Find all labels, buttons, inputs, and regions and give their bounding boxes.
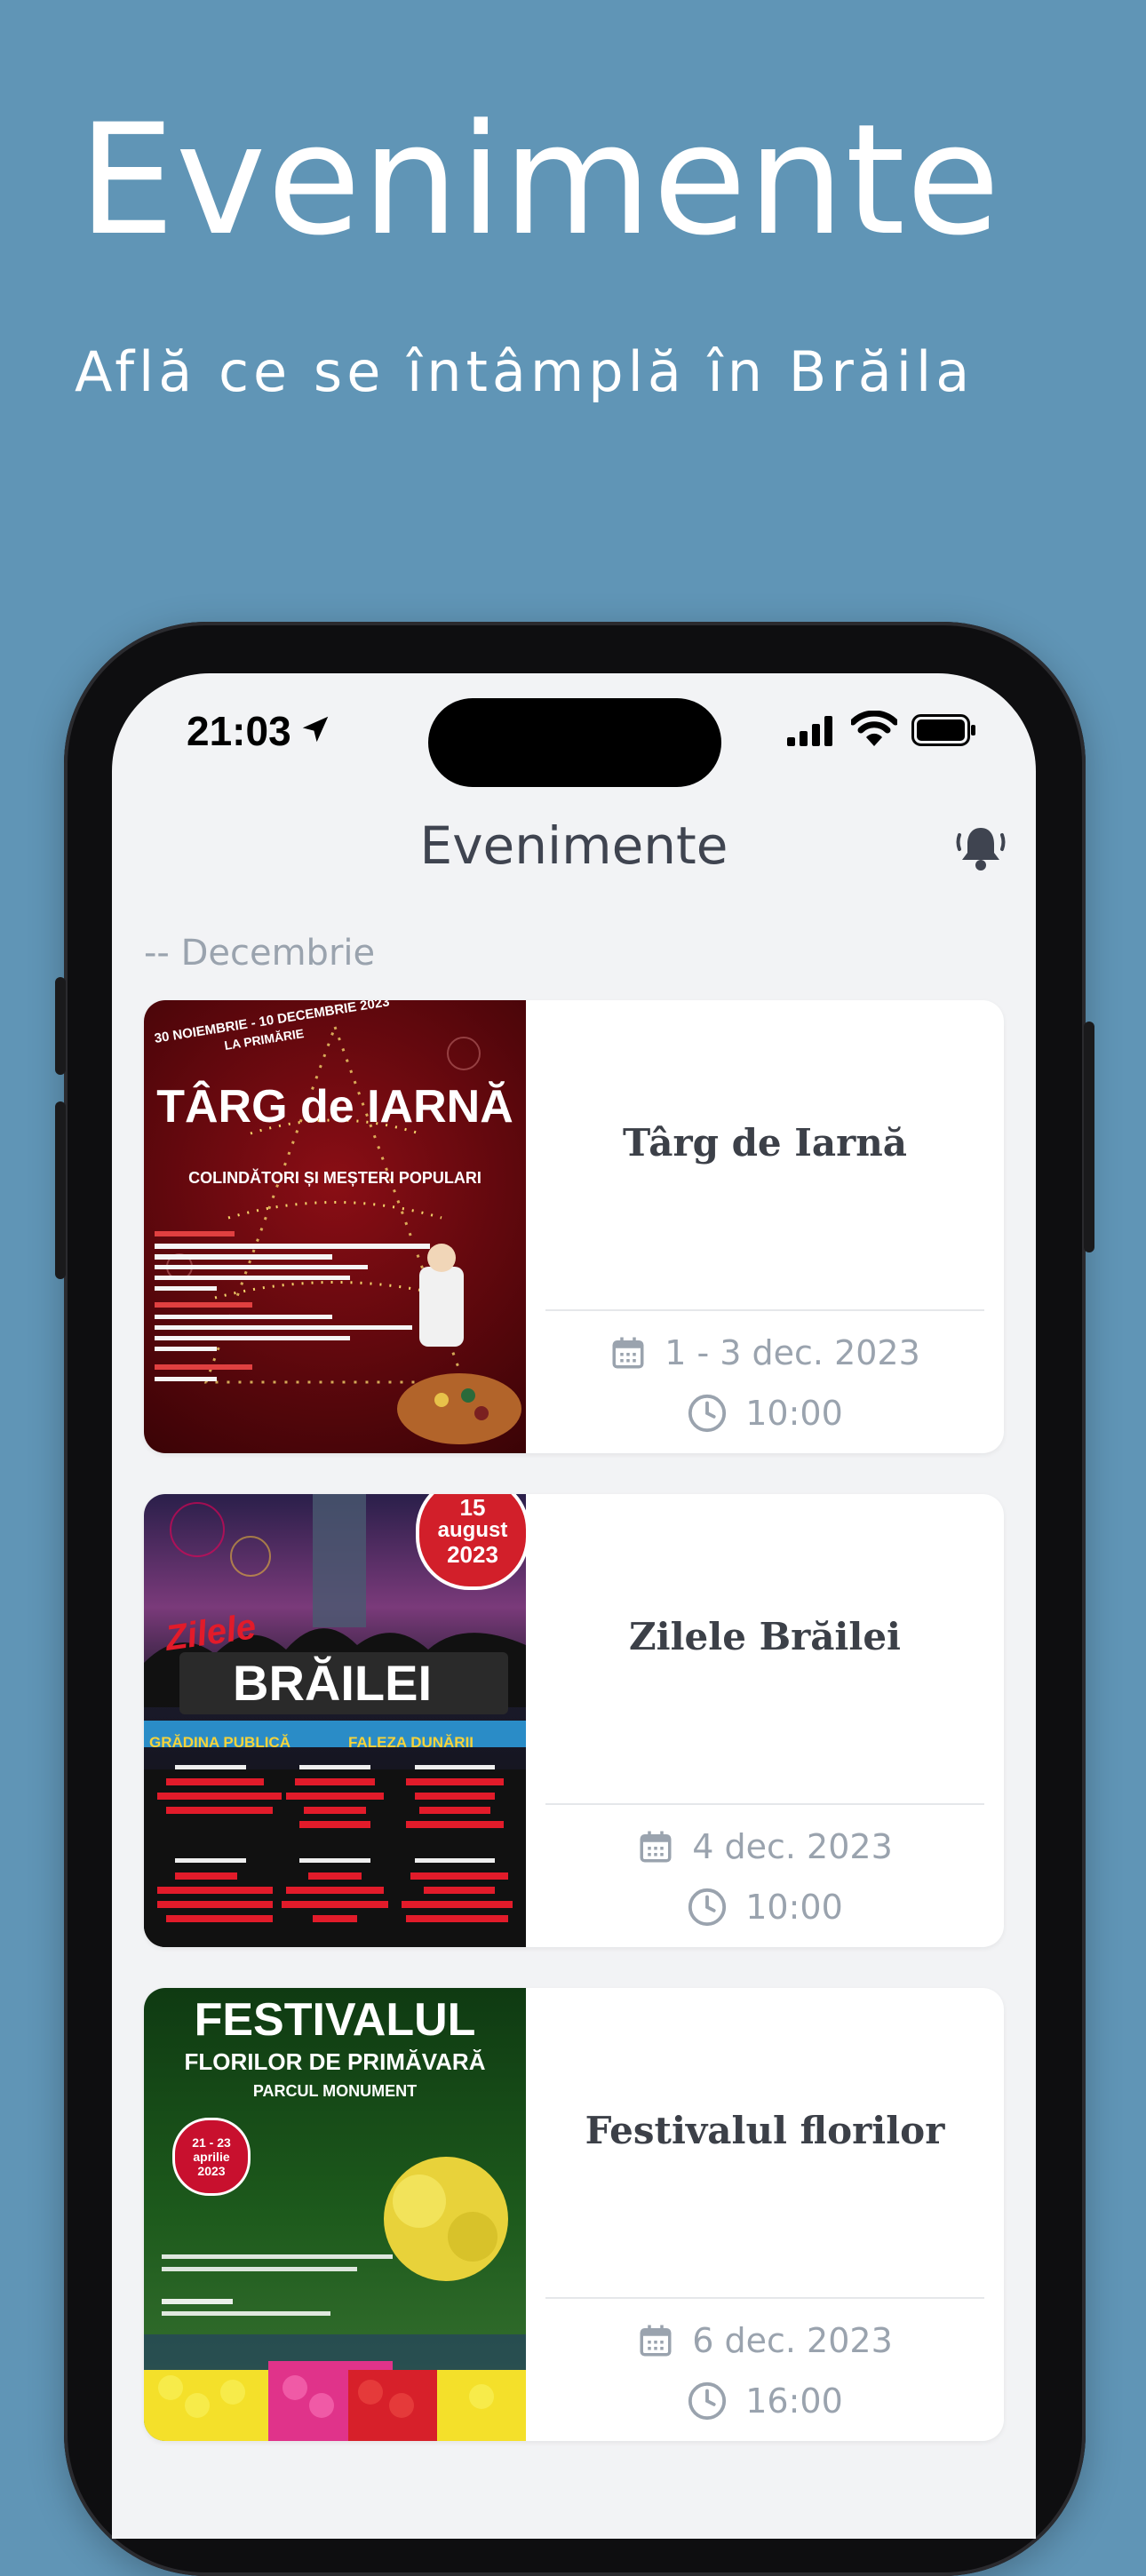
calendar-icon bbox=[640, 2325, 672, 2357]
poster-headline: BRĂILEI bbox=[233, 1655, 432, 1711]
event-date: 6 dec. 2023 bbox=[692, 2321, 893, 2360]
poster-place: PARCUL MONUMENT bbox=[252, 2082, 418, 2100]
event-poster-image: 30 NOIEMBRIE - 10 DECEMBRIE 2023 LA PRIM… bbox=[144, 1000, 526, 1453]
card-divider bbox=[545, 1803, 984, 1805]
poster-badge-year: 2023 bbox=[447, 1541, 498, 1569]
poster-subheadline: FLORILOR DE PRIMĂVARĂ bbox=[184, 2048, 486, 2075]
event-date-row: 4 dec. 2023 bbox=[526, 1827, 1004, 1866]
notification-bell-icon[interactable] bbox=[954, 823, 1007, 876]
event-title: Festivalul florilor bbox=[585, 2109, 945, 2152]
hero-subtitle: Află ce se întâmplă în Brăila bbox=[75, 339, 975, 404]
poster-date-badge: 15 august 2023 bbox=[416, 1494, 526, 1590]
cellular-signal-icon bbox=[787, 716, 832, 746]
poster-tagline: COLINDĂTORI ȘI MEȘTERI POPULARI bbox=[188, 1169, 481, 1187]
dynamic-island bbox=[428, 698, 721, 787]
event-title: Târg de Iarnă bbox=[622, 1121, 908, 1165]
clock-icon bbox=[688, 1888, 727, 1927]
wifi-icon bbox=[851, 711, 897, 746]
poster-date-badge: 21 - 23 aprilie 2023 bbox=[172, 2118, 251, 2196]
event-time: 10:00 bbox=[745, 1394, 843, 1433]
section-label-month: -- Decembrie bbox=[144, 933, 376, 974]
card-divider bbox=[545, 2297, 984, 2299]
card-divider bbox=[545, 1309, 984, 1311]
phone-screen: 21:03 Evenimente -- Decembrie 30 NOIEMBR… bbox=[112, 673, 1036, 2539]
location-arrow-icon bbox=[302, 716, 329, 743]
status-time: 21:03 bbox=[187, 708, 291, 754]
phone-side-button bbox=[1084, 1022, 1094, 1252]
poster-badge-month: august bbox=[437, 1518, 508, 1542]
event-card[interactable]: 30 NOIEMBRIE - 10 DECEMBRIE 2023 LA PRIM… bbox=[144, 1000, 1004, 1453]
poster-headline: TÂRG de IARNĂ bbox=[156, 1081, 513, 1133]
calendar-icon bbox=[612, 1337, 644, 1369]
poster-lineup-text-image bbox=[157, 1765, 513, 1922]
event-date: 4 dec. 2023 bbox=[692, 1827, 893, 1866]
event-poster-image: 15 august 2023 Zilele BRĂILEI GRĂDINA PU… bbox=[144, 1494, 526, 1947]
battery-icon bbox=[911, 714, 975, 746]
clock-icon bbox=[688, 2381, 727, 2421]
event-date-row: 6 dec. 2023 bbox=[526, 2321, 1004, 2360]
poster-column-2: FALEZA DUNĂRII bbox=[348, 1734, 474, 1751]
event-date-row: 1 - 3 dec. 2023 bbox=[526, 1333, 1004, 1372]
hero-title: Evenimente bbox=[78, 91, 1001, 269]
event-time: 10:00 bbox=[745, 1888, 843, 1927]
event-title: Zilele Brăilei bbox=[628, 1615, 902, 1658]
clock-icon bbox=[688, 1394, 727, 1433]
event-date: 1 - 3 dec. 2023 bbox=[665, 1333, 920, 1372]
nav-title: Evenimente bbox=[419, 815, 728, 876]
event-time: 16:00 bbox=[745, 2381, 843, 2421]
phone-side-button bbox=[55, 977, 66, 1075]
event-card[interactable]: FESTIVALUL FLORILOR DE PRIMĂVARĂ PARCUL … bbox=[144, 1988, 1004, 2441]
event-card[interactable]: 15 august 2023 Zilele BRĂILEI GRĂDINA PU… bbox=[144, 1494, 1004, 1947]
event-poster-image: FESTIVALUL FLORILOR DE PRIMĂVARĂ PARCUL … bbox=[144, 1988, 526, 2441]
poster-column-1: GRĂDINA PUBLICĂ bbox=[149, 1734, 290, 1751]
poster-badge-day: 15 bbox=[459, 1494, 486, 1521]
event-time-row: 10:00 bbox=[526, 1393, 1004, 1434]
poster-badge-date: 21 - 23 aprilie 2023 bbox=[192, 2135, 231, 2179]
event-time-row: 10:00 bbox=[526, 1887, 1004, 1928]
status-bar: 21:03 bbox=[112, 673, 1036, 787]
calendar-icon bbox=[640, 1831, 672, 1863]
poster-program-text-image bbox=[155, 1231, 430, 1381]
phone-side-button bbox=[55, 1101, 66, 1279]
poster-headline: FESTIVALUL bbox=[194, 1994, 476, 2046]
event-time-row: 16:00 bbox=[526, 2381, 1004, 2421]
